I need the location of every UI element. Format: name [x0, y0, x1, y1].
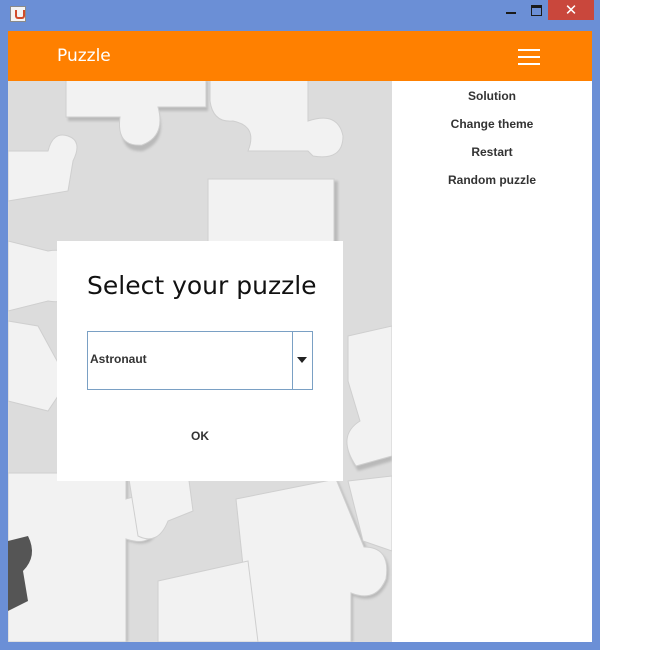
maximize-button[interactable]: [526, 0, 546, 20]
puzzle-select-value: Astronaut: [90, 352, 147, 366]
app-title: Puzzle: [57, 46, 111, 66]
java-app-icon: [10, 6, 26, 22]
menu-item-random-puzzle[interactable]: Random puzzle: [392, 170, 592, 190]
app-header: Puzzle: [8, 31, 592, 81]
window-titlebar[interactable]: ✕: [0, 0, 600, 28]
menu-bar: [518, 63, 540, 65]
window-client-area: Puzzle Solution Change theme Restart Ran…: [8, 31, 592, 642]
menu-item-solution[interactable]: Solution: [392, 86, 592, 106]
select-puzzle-dialog: Select your puzzle Astronaut OK: [57, 241, 343, 481]
dropdown-arrow-icon[interactable]: [292, 332, 312, 389]
menu-item-restart[interactable]: Restart: [392, 142, 592, 162]
menu-bar: [518, 49, 540, 51]
puzzle-select[interactable]: Astronaut: [87, 331, 313, 390]
close-icon: ✕: [564, 1, 578, 19]
app-window: ✕ Puzzle Solution Change theme Restart R…: [0, 0, 600, 650]
dialog-title: Select your puzzle: [87, 271, 317, 300]
minimize-button[interactable]: [500, 0, 524, 20]
ok-button[interactable]: OK: [175, 427, 225, 445]
menu-item-change-theme[interactable]: Change theme: [392, 114, 592, 134]
close-button[interactable]: ✕: [548, 0, 594, 20]
hamburger-menu-icon[interactable]: [518, 49, 540, 65]
menu-bar: [518, 56, 540, 58]
side-menu: Solution Change theme Restart Random puz…: [392, 81, 592, 642]
